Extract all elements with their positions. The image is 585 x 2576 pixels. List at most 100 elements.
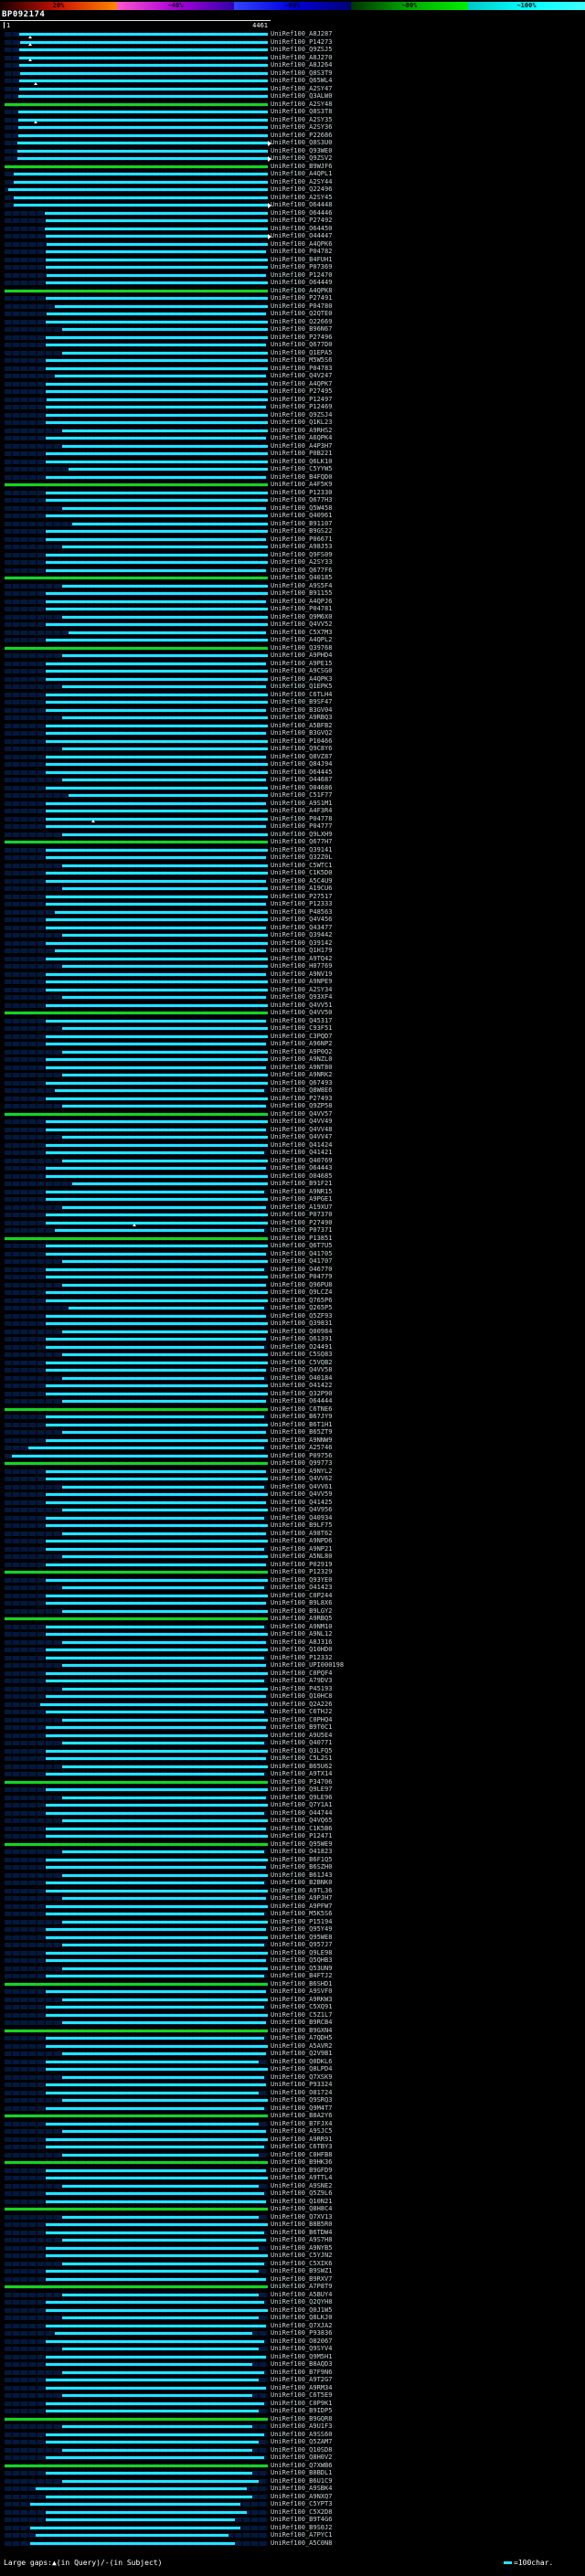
hit-label[interactable]: UniRef100_P13851 — [271, 1235, 332, 1243]
hit-label[interactable]: UniRef100_P07369 — [271, 263, 332, 271]
hit-bar[interactable] — [46, 1726, 266, 1729]
hit-bar[interactable] — [46, 903, 266, 906]
hit-bar[interactable] — [46, 514, 268, 517]
hit-bar[interactable] — [5, 1842, 268, 1846]
hit-bar[interactable] — [46, 273, 266, 277]
hit-bar[interactable] — [5, 646, 268, 650]
hit-bar[interactable] — [46, 981, 268, 983]
hit-label[interactable]: UniRef100_O64448 — [271, 201, 332, 209]
hit-bar[interactable] — [62, 1105, 266, 1108]
hit-bar[interactable] — [46, 460, 268, 463]
hit-label[interactable]: UniRef100_Q4VV51 — [271, 1002, 332, 1010]
hit-bar[interactable] — [46, 2168, 266, 2172]
hit-bar[interactable] — [62, 1330, 268, 1333]
hit-bar[interactable] — [46, 235, 268, 238]
hit-bar[interactable] — [46, 693, 268, 696]
hit-bar[interactable] — [62, 2348, 259, 2350]
hit-label[interactable]: UniRef100_P14273 — [271, 38, 332, 47]
hit-bar[interactable] — [5, 2029, 268, 2032]
hit-bar[interactable] — [62, 1260, 268, 1263]
hit-label[interactable]: UniRef100_Q4VV49 — [271, 1118, 332, 1126]
hit-bar[interactable] — [5, 289, 268, 292]
hit-bar[interactable] — [46, 639, 268, 641]
hit-bar[interactable] — [62, 506, 266, 510]
hit-label[interactable]: UniRef100_Q40769 — [271, 1157, 332, 1165]
hit-label[interactable]: UniRef100_A9RBQ5 — [271, 1615, 332, 1623]
hit-label[interactable]: UniRef100_Q9ZSV2 — [271, 154, 332, 163]
hit-label[interactable]: UniRef100_Q5ZAM7 — [271, 2438, 332, 2446]
hit-bar[interactable] — [46, 1524, 268, 1527]
hit-bar[interactable] — [46, 1299, 268, 1302]
hit-label[interactable]: UniRef100_Q9SYV4 — [271, 2345, 332, 2353]
hit-bar[interactable] — [29, 2541, 235, 2545]
hit-bar[interactable] — [5, 1236, 268, 1240]
hit-bar[interactable] — [46, 2277, 266, 2281]
hit-bar[interactable] — [46, 1804, 268, 1807]
hit-bar[interactable] — [46, 1811, 264, 1815]
hit-label[interactable]: UniRef100_O41422 — [271, 1382, 332, 1390]
hit-label[interactable]: UniRef100_O81724 — [271, 2089, 332, 2097]
hit-label[interactable]: UniRef100_Q8H8C4 — [271, 2205, 332, 2213]
hit-bar[interactable] — [46, 2386, 266, 2390]
hit-label[interactable]: UniRef100_Q9LXH9 — [271, 831, 332, 839]
hit-label[interactable]: UniRef100_B9HK36 — [271, 2158, 332, 2167]
hit-label[interactable]: UniRef100_A9RR91 — [271, 2136, 332, 2144]
hit-bar[interactable] — [46, 406, 266, 408]
hit-label[interactable]: UniRef100_C6TBY3 — [271, 2143, 332, 2151]
hit-bar[interactable] — [46, 1314, 266, 1318]
hit-bar[interactable] — [69, 794, 268, 797]
hit-label[interactable]: UniRef100_A25746 — [271, 1444, 332, 1452]
hit-label[interactable]: UniRef100_P04781 — [271, 605, 332, 613]
hit-bar[interactable] — [46, 1493, 268, 1496]
hit-bar[interactable] — [46, 1882, 264, 1884]
hit-bar[interactable] — [46, 359, 268, 362]
hit-label[interactable]: UniRef100_Q4VV52 — [271, 620, 332, 629]
hit-label[interactable]: UniRef100_B65ZT9 — [271, 1428, 332, 1436]
hit-label[interactable]: UniRef100_A9NZL0 — [271, 1055, 332, 1064]
hit-label[interactable]: UniRef100_C5SQ83 — [271, 1351, 332, 1359]
hit-label[interactable]: UniRef100_Q957J7 — [271, 1941, 332, 1949]
hit-label[interactable]: UniRef100_Q6LK10 — [271, 458, 332, 466]
hit-label[interactable]: UniRef100_Q8VZ87 — [271, 753, 332, 761]
hit-bar[interactable] — [62, 1920, 268, 1924]
hit-bar[interactable] — [46, 872, 268, 875]
hit-label[interactable]: UniRef100_Q53UN9 — [271, 1965, 332, 1973]
hit-bar[interactable] — [62, 1205, 266, 1209]
hit-label[interactable]: UniRef100_Q96PU8 — [271, 1281, 332, 1289]
hit-bar[interactable] — [46, 421, 268, 424]
hit-label[interactable]: UniRef100_Q5Z9L6 — [271, 2189, 332, 2198]
hit-label[interactable]: UniRef100_A9TQ42 — [271, 955, 332, 963]
hit-bar[interactable] — [46, 553, 268, 557]
hit-label[interactable]: UniRef100_Q39141 — [271, 846, 332, 854]
hit-label[interactable]: UniRef100_O40184 — [271, 1374, 332, 1383]
hit-label[interactable]: UniRef100_A9CSG0 — [271, 667, 332, 675]
hit-label[interactable]: UniRef100_A7QDH5 — [271, 2034, 332, 2042]
hit-label[interactable]: UniRef100_A98J53 — [271, 543, 332, 551]
hit-bar[interactable] — [46, 2200, 266, 2203]
hit-label[interactable]: UniRef100_P27492 — [271, 217, 332, 225]
hit-bar[interactable] — [46, 2106, 264, 2110]
hit-label[interactable]: UniRef100_O64445 — [271, 769, 332, 777]
hit-label[interactable]: UniRef100_A9TTL4 — [271, 2174, 332, 2182]
hit-label[interactable]: UniRef100_Q6T7U5 — [271, 1242, 332, 1250]
hit-bar[interactable] — [46, 1478, 268, 1480]
hit-bar[interactable] — [46, 848, 268, 852]
hit-label[interactable]: UniRef100_B9L8X6 — [271, 1599, 332, 1607]
hit-label[interactable]: UniRef100_A2SY34 — [271, 986, 332, 994]
hit-bar[interactable] — [72, 522, 268, 525]
hit-label[interactable]: UniRef100_P07371 — [271, 1226, 332, 1235]
hit-bar[interactable] — [62, 351, 268, 355]
hit-bar[interactable] — [62, 1796, 266, 1799]
hit-label[interactable]: UniRef100_Q5W458 — [271, 504, 332, 513]
hit-bar[interactable] — [46, 320, 268, 323]
hit-label[interactable]: UniRef100_P48563 — [271, 908, 332, 917]
hit-label[interactable]: UniRef100_O64446 — [271, 209, 332, 217]
hit-label[interactable]: UniRef100_A2SY47 — [271, 85, 332, 93]
hit-label[interactable]: UniRef100_Q40961 — [271, 512, 332, 520]
hit-label[interactable]: UniRef100_Q7Y1A1 — [271, 1801, 332, 1809]
hit-bar[interactable] — [11, 1454, 268, 1458]
hit-label[interactable]: UniRef100_A9NPD6 — [271, 1537, 332, 1545]
hit-label[interactable]: UniRef100_Q9LE97 — [271, 1786, 332, 1794]
hit-bar[interactable] — [62, 779, 266, 781]
hit-bar[interactable] — [19, 56, 268, 59]
